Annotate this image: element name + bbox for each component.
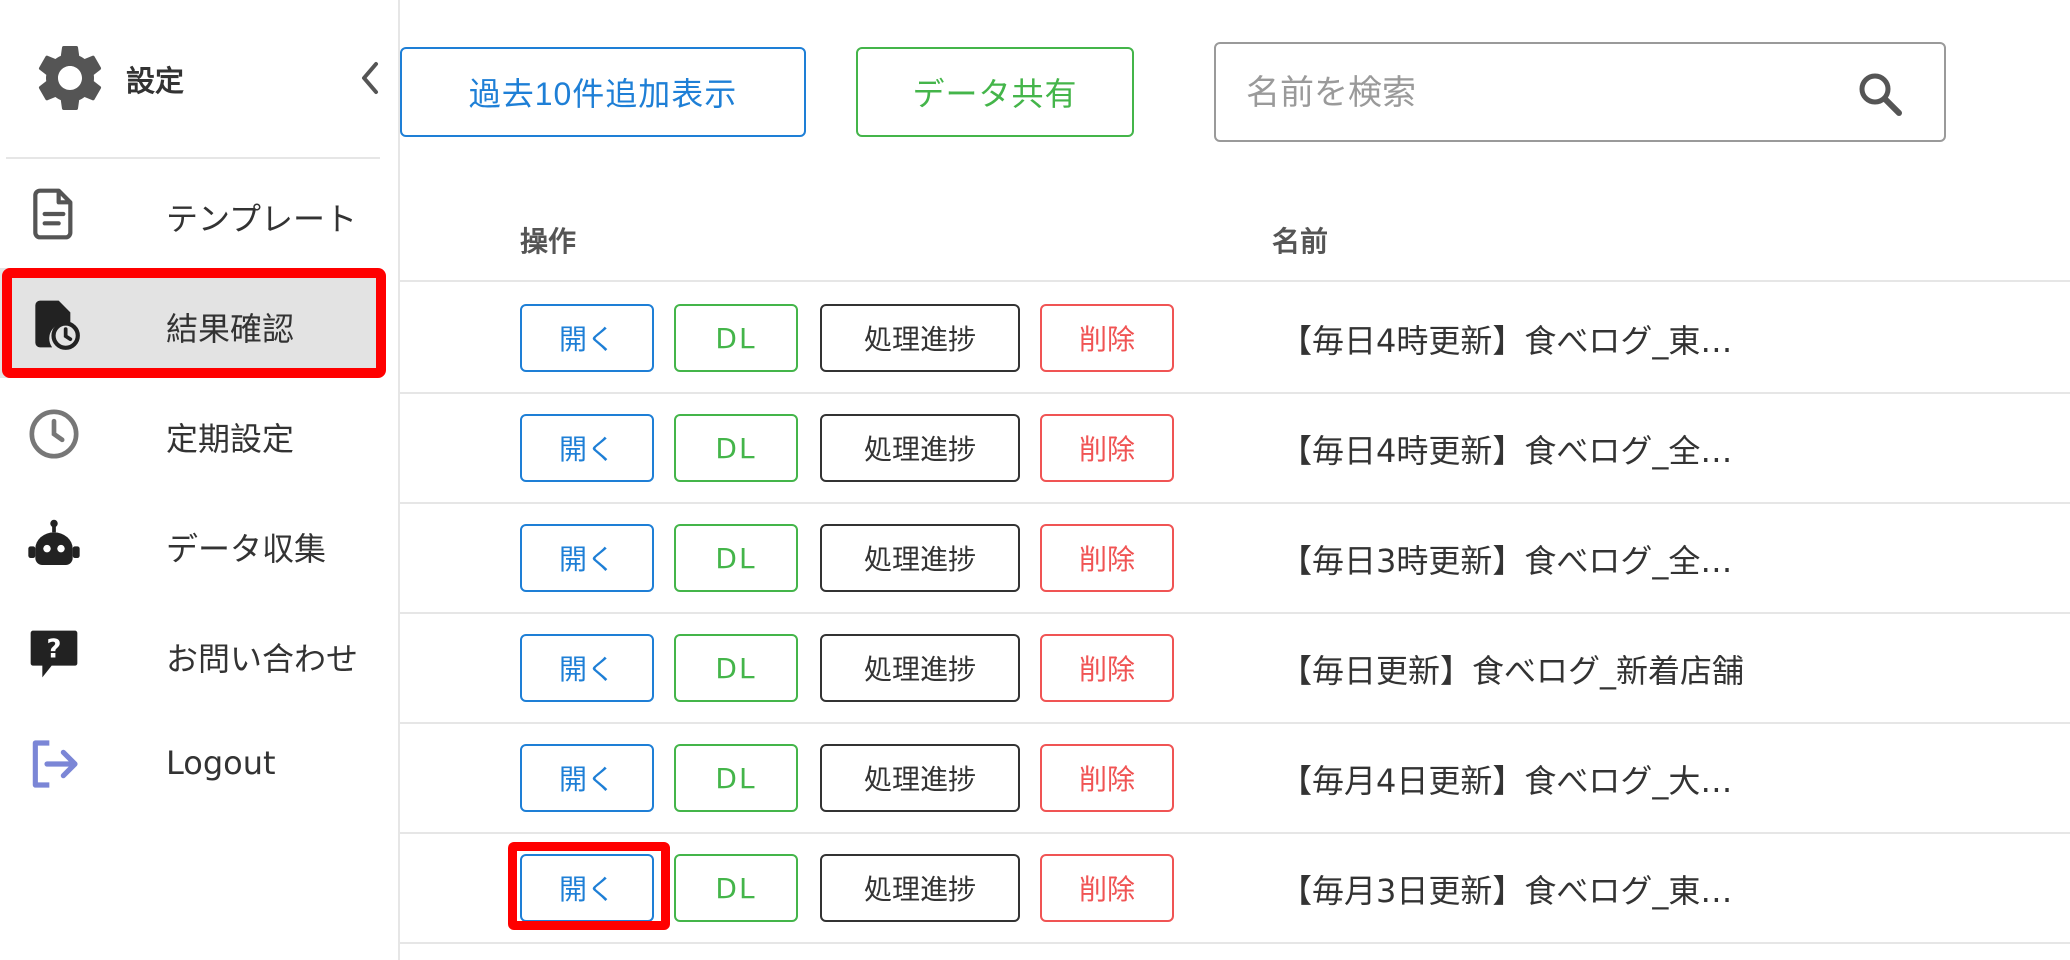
- sidebar-item-label: Logout: [166, 744, 276, 782]
- table-row: 開く DL 処理進捗 削除 【毎日更新】食べログ_新着店舗: [400, 612, 2070, 722]
- delete-button[interactable]: 削除: [1040, 414, 1174, 482]
- table-divider: [400, 942, 2070, 944]
- search-input[interactable]: [1244, 44, 1848, 142]
- download-button[interactable]: DL: [674, 744, 798, 812]
- column-header-ops: 操作: [520, 225, 577, 258]
- search-box: [1214, 42, 1946, 142]
- row-name: 【毎月3日更新】食べログ_東…: [1280, 872, 1733, 910]
- table-row: 開く DL 処理進捗 削除 【毎月4日更新】食べログ_大…: [400, 722, 2070, 832]
- table-row: 開く DL 処理進捗 削除 【毎日4時更新】食べログ_東…: [400, 282, 2070, 392]
- download-button[interactable]: DL: [674, 634, 798, 702]
- row-name: 【毎日4時更新】食べログ_東…: [1280, 322, 1733, 360]
- progress-button[interactable]: 処理進捗: [820, 744, 1020, 812]
- sidebar-item-label: テンプレート: [166, 200, 358, 238]
- download-button[interactable]: DL: [674, 414, 798, 482]
- row-name: 【毎日4時更新】食べログ_全…: [1280, 432, 1733, 470]
- sidebar-item-label: お問い合わせ: [166, 640, 359, 678]
- logout-icon: [32, 740, 78, 788]
- column-header-name: 名前: [1272, 225, 1329, 258]
- delete-button[interactable]: 削除: [1040, 304, 1174, 372]
- sidebar-item-label: データ収集: [166, 530, 327, 568]
- app-root: 設定 テンプレート 結果確認 定期設定 データ収集 ? お問い合わせ Logou…: [0, 0, 2070, 960]
- delete-button[interactable]: 削除: [1040, 634, 1174, 702]
- sidebar-item-results[interactable]: 結果確認: [0, 268, 380, 378]
- row-name: 【毎日3時更新】食べログ_全…: [1280, 542, 1733, 580]
- document-icon: [33, 188, 73, 240]
- sidebar: 設定 テンプレート 結果確認 定期設定 データ収集 ? お問い合わせ Logou…: [0, 0, 400, 960]
- progress-button[interactable]: 処理進捗: [820, 854, 1020, 922]
- sidebar-item-template[interactable]: テンプレート: [0, 158, 380, 268]
- progress-button[interactable]: 処理進捗: [820, 304, 1020, 372]
- download-button[interactable]: DL: [674, 304, 798, 372]
- sidebar-item-logout[interactable]: Logout: [0, 708, 380, 818]
- progress-button[interactable]: 処理進捗: [820, 524, 1020, 592]
- sidebar-item-data-collection[interactable]: データ収集: [0, 488, 380, 598]
- delete-button[interactable]: 削除: [1040, 854, 1174, 922]
- share-data-button[interactable]: データ共有: [856, 47, 1134, 137]
- search-icon[interactable]: [1856, 70, 1904, 118]
- sidebar-header: 設定: [0, 0, 398, 158]
- open-button[interactable]: 開く: [520, 304, 654, 372]
- row-name: 【毎月4日更新】食べログ_大…: [1280, 762, 1733, 800]
- open-button[interactable]: 開く: [520, 744, 654, 812]
- sidebar-item-contact[interactable]: ? お問い合わせ: [0, 598, 380, 708]
- download-button[interactable]: DL: [674, 524, 798, 592]
- progress-button[interactable]: 処理進捗: [820, 634, 1020, 702]
- robot-icon: [28, 519, 80, 565]
- open-button[interactable]: 開く: [520, 524, 654, 592]
- sidebar-item-label: 定期設定: [166, 420, 295, 458]
- table-row: 開く DL 処理進捗 削除 【毎日4時更新】食べログ_全…: [400, 392, 2070, 502]
- help-chat-icon: ?: [30, 630, 78, 678]
- sidebar-item-label: 結果確認: [166, 310, 295, 348]
- open-button[interactable]: 開く: [520, 414, 654, 482]
- load-more-button[interactable]: 過去10件追加表示: [400, 47, 806, 137]
- table-row: 開く DL 処理進捗 削除 【毎日3時更新】食べログ_全…: [400, 502, 2070, 612]
- sidebar-item-schedule[interactable]: 定期設定: [0, 378, 380, 488]
- sidebar-title: 設定: [126, 64, 185, 98]
- delete-button[interactable]: 削除: [1040, 744, 1174, 812]
- delete-button[interactable]: 削除: [1040, 524, 1174, 592]
- open-button[interactable]: 開く: [520, 634, 654, 702]
- gear-icon: [38, 45, 102, 110]
- table-row: 開く DL 処理進捗 削除 【毎月3日更新】食べログ_東…: [400, 832, 2070, 942]
- file-clock-icon: [35, 300, 80, 350]
- chevron-left-icon[interactable]: [356, 58, 384, 98]
- open-button[interactable]: 開く: [520, 854, 654, 922]
- progress-button[interactable]: 処理進捗: [820, 414, 1020, 482]
- clock-icon: [29, 409, 79, 459]
- svg-text:?: ?: [47, 635, 62, 665]
- row-name: 【毎日更新】食べログ_新着店舗: [1280, 652, 1745, 690]
- download-button[interactable]: DL: [674, 854, 798, 922]
